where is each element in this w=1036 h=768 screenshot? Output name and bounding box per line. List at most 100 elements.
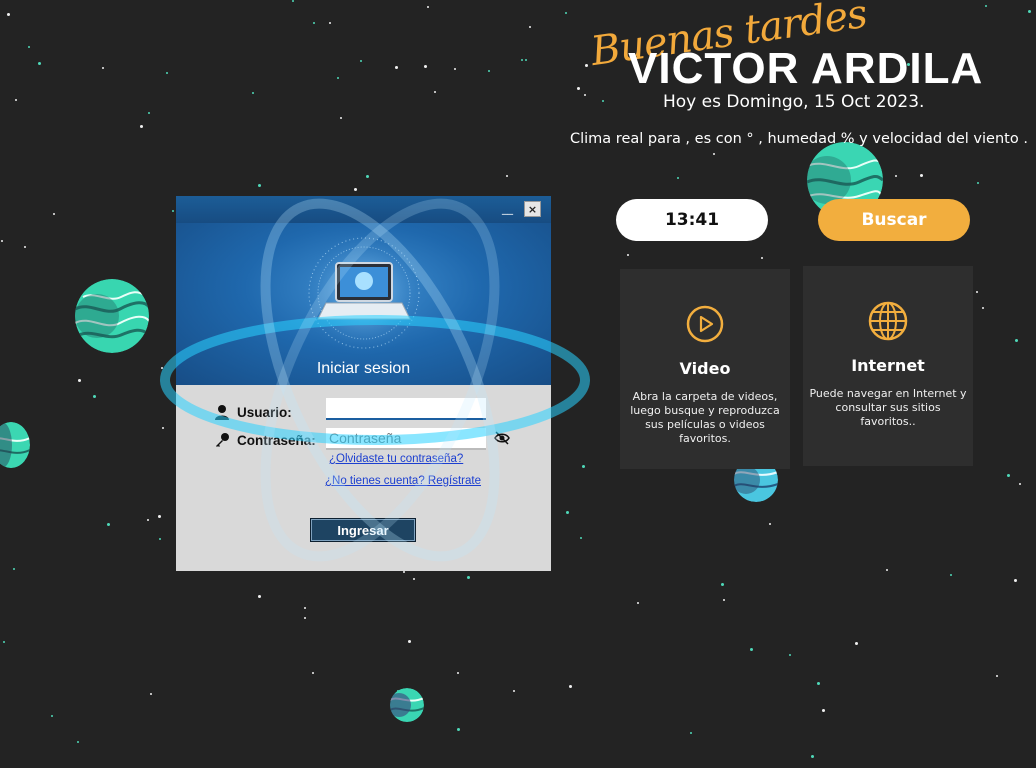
clock-display: 13:41 <box>616 199 768 241</box>
star-decoration <box>252 92 254 94</box>
play-circle-icon <box>684 303 726 345</box>
star-decoration <box>159 538 161 540</box>
star-decoration <box>602 100 604 102</box>
star-decoration <box>976 291 978 293</box>
close-button[interactable]: × <box>524 201 541 217</box>
star-decoration <box>150 693 152 695</box>
star-decoration <box>304 607 306 609</box>
star-decoration <box>395 66 398 69</box>
search-button[interactable]: Buscar <box>818 199 970 241</box>
star-decoration <box>457 728 460 731</box>
star-decoration <box>403 571 405 573</box>
forgot-password-link[interactable]: ¿Olvidaste tu contraseña? <box>329 453 463 465</box>
video-card[interactable]: Video Abra la carpeta de videos, luego b… <box>620 269 790 469</box>
star-decoration <box>723 599 725 601</box>
star-decoration <box>454 68 456 70</box>
user-icon <box>214 404 230 424</box>
star-decoration <box>811 755 814 758</box>
star-decoration <box>996 675 998 677</box>
star-decoration <box>366 175 369 178</box>
star-decoration <box>172 210 174 212</box>
planet-decoration <box>75 279 149 353</box>
star-decoration <box>354 188 357 191</box>
star-decoration <box>340 117 342 119</box>
star-decoration <box>580 537 582 539</box>
date-text: Hoy es Domingo, 15 Oct 2023. <box>663 92 925 112</box>
planet-decoration <box>390 688 424 722</box>
star-decoration <box>107 523 110 526</box>
star-decoration <box>565 12 567 14</box>
star-decoration <box>78 379 81 382</box>
star-decoration <box>761 257 763 259</box>
star-decoration <box>637 602 639 604</box>
star-decoration <box>750 648 753 651</box>
star-decoration <box>102 67 104 69</box>
star-decoration <box>329 22 331 24</box>
star-decoration <box>147 519 149 521</box>
star-decoration <box>24 246 26 248</box>
star-decoration <box>985 5 987 7</box>
star-decoration <box>713 153 715 155</box>
star-decoration <box>427 6 429 8</box>
star-decoration <box>569 685 572 688</box>
star-decoration <box>161 367 163 369</box>
star-decoration <box>1014 579 1017 582</box>
star-decoration <box>566 511 569 514</box>
star-decoration <box>584 94 586 96</box>
login-title: Iniciar sesion <box>316 360 411 377</box>
star-decoration <box>158 515 161 518</box>
star-decoration <box>529 26 531 28</box>
username-label: Usuario: <box>237 405 292 420</box>
desktop-stage: Buenas tardes VICTOR ARDILA Hoy es Domin… <box>0 0 1036 768</box>
minimize-button[interactable]: __ <box>500 201 515 215</box>
star-decoration <box>93 395 96 398</box>
star-decoration <box>28 46 30 48</box>
password-field[interactable] <box>326 428 486 450</box>
password-label: Contraseña: <box>237 433 316 448</box>
card-description: Abra la carpeta de videos, luego busque … <box>630 390 780 445</box>
key-icon <box>214 432 230 452</box>
star-decoration <box>577 87 580 90</box>
card-description: Puede navegar en Internet y consultar su… <box>809 387 967 428</box>
star-decoration <box>677 177 679 179</box>
login-window: __ × Iniciar sesion Usuario: Contraseña:… <box>176 196 551 571</box>
star-decoration <box>690 732 692 734</box>
star-decoration <box>258 595 261 598</box>
window-titlebar[interactable] <box>176 196 551 223</box>
star-decoration <box>166 72 168 74</box>
star-decoration <box>855 642 858 645</box>
star-decoration <box>1007 474 1010 477</box>
card-title: Video <box>679 359 731 378</box>
star-decoration <box>506 175 508 177</box>
star-decoration <box>789 654 791 656</box>
star-decoration <box>822 709 825 712</box>
star-decoration <box>424 65 427 68</box>
star-decoration <box>312 672 314 674</box>
star-decoration <box>521 59 523 61</box>
weather-text: Clima real para , es con ° , humedad % y… <box>570 131 1028 147</box>
star-decoration <box>3 641 5 643</box>
star-decoration <box>434 91 436 93</box>
register-link[interactable]: ¿No tienes cuenta? Regístrate <box>325 475 481 487</box>
star-decoration <box>1028 10 1031 13</box>
star-decoration <box>950 574 952 576</box>
star-decoration <box>467 576 470 579</box>
star-decoration <box>582 465 585 468</box>
star-decoration <box>77 741 79 743</box>
login-submit-button[interactable]: Ingresar <box>310 518 416 542</box>
star-decoration <box>51 715 53 717</box>
star-decoration <box>1015 339 1018 342</box>
star-decoration <box>292 0 294 2</box>
internet-card[interactable]: Internet Puede navegar en Internet y con… <box>803 266 973 466</box>
star-decoration <box>53 213 55 215</box>
star-decoration <box>513 690 515 692</box>
star-decoration <box>1019 483 1021 485</box>
hide-password-icon[interactable] <box>494 430 510 450</box>
star-decoration <box>162 427 164 429</box>
star-decoration <box>13 568 15 570</box>
star-decoration <box>360 60 362 62</box>
star-decoration <box>721 583 724 586</box>
star-decoration <box>15 99 17 101</box>
username-field[interactable] <box>326 398 486 420</box>
star-decoration <box>769 523 771 525</box>
